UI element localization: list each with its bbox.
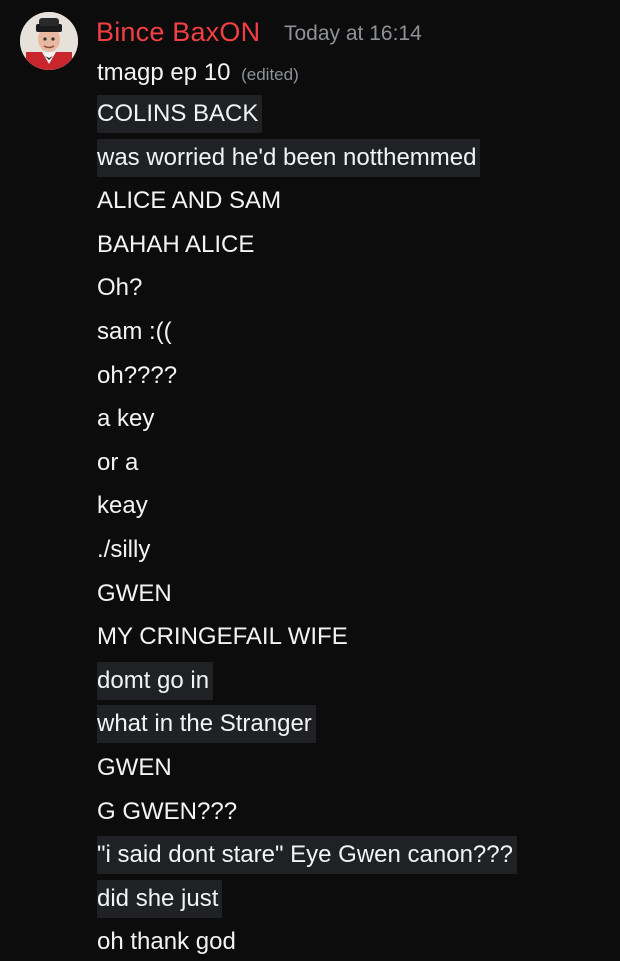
- message-line[interactable]: G GWEN???: [97, 793, 237, 831]
- message-text: tmagp ep 10: [97, 59, 231, 86]
- message-line[interactable]: Oh?: [97, 269, 142, 307]
- edited-label: (edited): [241, 65, 299, 84]
- avatar-image: [20, 12, 78, 70]
- message-line[interactable]: a key: [97, 400, 154, 438]
- message-line[interactable]: GWEN: [97, 575, 172, 613]
- author-username[interactable]: Bince BaxON: [96, 15, 260, 49]
- message-line[interactable]: "i said dont stare" Eye Gwen canon???: [97, 836, 517, 875]
- message-line[interactable]: keay: [97, 487, 148, 525]
- message-line[interactable]: GWEN: [97, 749, 172, 787]
- message-line[interactable]: COLINS BACK: [97, 95, 263, 133]
- message-line[interactable]: BAHAH ALICE: [97, 226, 254, 264]
- message-line[interactable]: oh thank god: [97, 923, 236, 961]
- message-line[interactable]: sam :((: [97, 313, 172, 351]
- message-line[interactable]: ./silly: [97, 531, 150, 569]
- message-line[interactable]: ALICE AND SAM: [97, 182, 281, 220]
- message-line[interactable]: MY CRINGEFAIL WIFE: [97, 618, 348, 656]
- message-line[interactable]: domt go in: [97, 661, 214, 700]
- message-timestamp[interactable]: Today at 16:14: [284, 20, 422, 48]
- message-line[interactable]: did she just: [97, 879, 223, 918]
- message-line[interactable]: or a: [97, 444, 138, 482]
- message-line: tmagp ep 10 (edited): [97, 57, 299, 89]
- avatar[interactable]: [20, 12, 78, 70]
- message-line[interactable]: was worried he'd been notthemmed: [97, 138, 481, 177]
- message-line[interactable]: what in the Stranger: [97, 705, 316, 744]
- message-line[interactable]: oh????: [97, 357, 177, 395]
